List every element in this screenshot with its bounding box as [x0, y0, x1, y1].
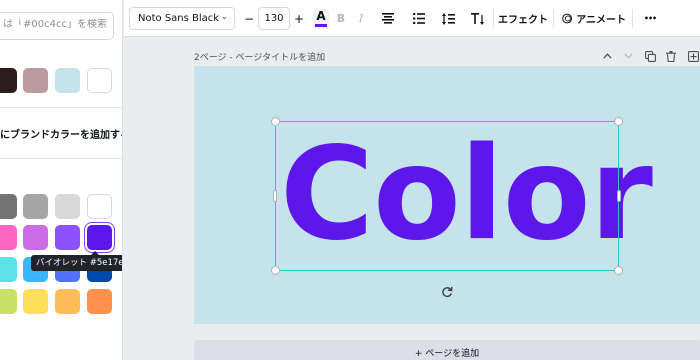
italic-button[interactable]: I — [353, 0, 369, 37]
resize-handle-right[interactable] — [617, 190, 621, 202]
font-size-input[interactable]: 130 — [258, 7, 290, 30]
effects-button[interactable]: エフェクト — [498, 0, 548, 37]
color-search-input[interactable] — [3, 19, 109, 30]
default-color-swatch[interactable] — [23, 194, 48, 219]
increase-font-size-button[interactable]: + — [290, 7, 308, 30]
font-size-control: − 130 + — [240, 7, 308, 30]
vertical-text-button[interactable] — [468, 0, 486, 37]
text-color-button[interactable]: A — [313, 9, 329, 29]
doc-color-swatch-3[interactable] — [55, 68, 80, 93]
chevron-down-icon — [623, 53, 633, 59]
align-center-button[interactable] — [379, 0, 397, 37]
divider — [0, 107, 122, 108]
default-color-swatch[interactable] — [55, 289, 80, 314]
resize-handle-left[interactable] — [273, 190, 277, 202]
color-panel: にブランドカラーを追加する バイオレット #5e17eb — [0, 0, 123, 360]
list-button[interactable] — [410, 0, 428, 37]
default-color-swatch[interactable] — [55, 194, 80, 219]
default-color-swatch[interactable] — [0, 289, 17, 314]
duplicate-page-button[interactable] — [643, 49, 657, 63]
toolbar-separator — [493, 9, 494, 28]
color-tooltip: バイオレット #5e17eb — [31, 251, 122, 271]
page-title[interactable]: 2ページ - ページタイトルを追加 — [194, 50, 325, 63]
default-color-swatch[interactable] — [87, 289, 112, 314]
doc-color-swatch-1[interactable] — [0, 68, 17, 93]
spacing-button[interactable] — [439, 0, 457, 37]
decrease-font-size-button[interactable]: − — [240, 7, 258, 30]
rotate-icon — [442, 286, 453, 298]
resize-handle-top-left[interactable] — [271, 117, 280, 126]
add-brand-colors-link[interactable]: にブランドカラーを追加する — [0, 126, 122, 141]
doc-color-swatch-2[interactable] — [23, 68, 48, 93]
toolbar-separator — [632, 9, 633, 28]
add-page-button[interactable]: + ページを追加 — [194, 340, 700, 360]
default-color-swatch[interactable] — [0, 225, 17, 250]
text-color-indicator — [315, 24, 327, 27]
font-family-label: Noto Sans Black — [138, 13, 220, 24]
move-page-down-button[interactable] — [621, 49, 635, 63]
text-toolbar: Noto Sans Black ⌄ − 130 + A B I エフェクト アニ… — [124, 0, 700, 37]
color-search-box[interactable] — [0, 12, 114, 40]
text-color-letter: A — [316, 9, 326, 23]
list-icon — [413, 13, 425, 24]
default-color-swatch[interactable] — [55, 225, 80, 250]
default-color-swatch[interactable] — [0, 257, 17, 282]
resize-handle-top-right[interactable] — [614, 117, 623, 126]
violet-color-swatch[interactable] — [87, 225, 112, 250]
animate-icon — [562, 13, 572, 24]
rotate-handle[interactable] — [440, 285, 454, 299]
resize-handle-bottom-left[interactable] — [271, 266, 280, 275]
divider — [0, 158, 122, 159]
animate-label: アニメート — [576, 15, 626, 26]
doc-color-swatch-4[interactable] — [87, 68, 112, 93]
line-spacing-icon — [441, 12, 455, 25]
default-color-swatch[interactable] — [23, 225, 48, 250]
font-family-dropdown[interactable]: Noto Sans Black ⌄ — [129, 7, 235, 30]
default-color-swatch[interactable] — [23, 289, 48, 314]
delete-page-button[interactable] — [664, 49, 678, 63]
selection-box — [275, 121, 619, 271]
resize-handle-bottom-right[interactable] — [614, 266, 623, 275]
add-page-inline-button[interactable] — [686, 49, 700, 63]
align-center-icon — [382, 13, 394, 24]
default-color-swatch[interactable] — [87, 194, 112, 219]
toolbar-separator — [553, 9, 554, 28]
default-color-swatch[interactable] — [0, 194, 17, 219]
animate-button[interactable]: アニメート — [562, 0, 626, 37]
add-page-icon — [687, 50, 699, 62]
trash-icon — [666, 50, 676, 62]
vertical-text-icon — [470, 12, 484, 25]
chevron-up-icon — [602, 53, 612, 59]
duplicate-icon — [644, 50, 656, 62]
chevron-down-icon: ⌄ — [220, 12, 228, 22]
more-options-button[interactable]: ••• — [640, 0, 660, 37]
bold-button[interactable]: B — [333, 0, 349, 37]
move-page-up-button[interactable] — [600, 49, 614, 63]
